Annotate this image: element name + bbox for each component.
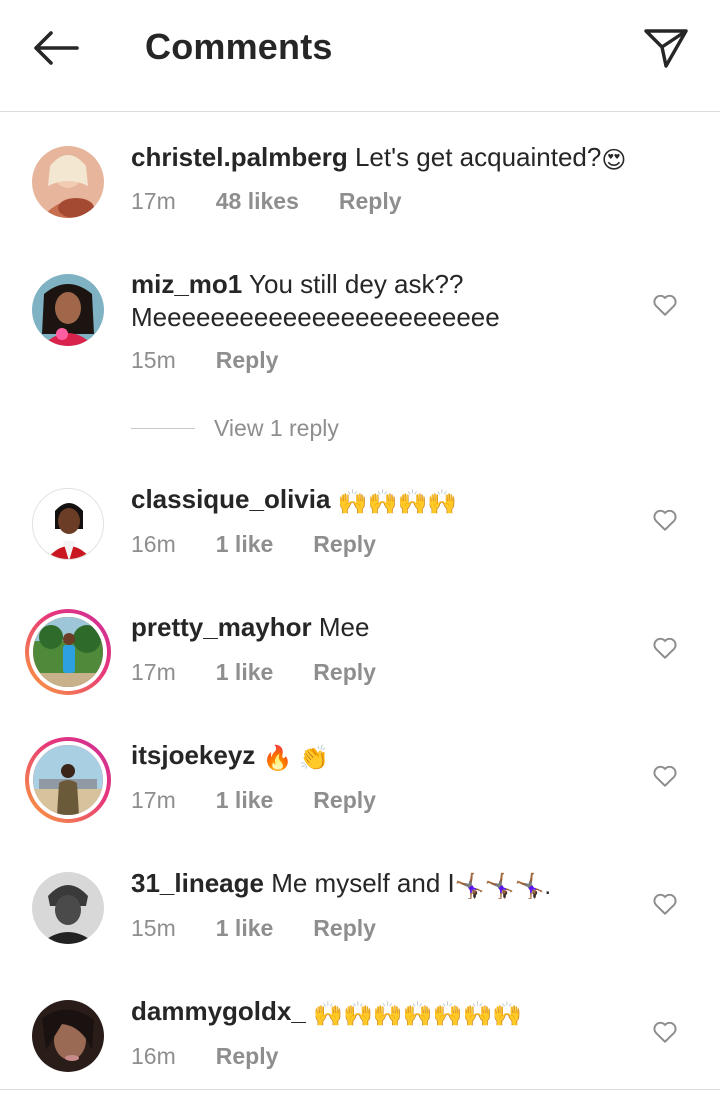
comment-timestamp: 15m [131,347,176,373]
view-replies-label[interactable]: View 1 reply [214,415,339,442]
avatar-story-ring [25,737,111,823]
comment-likes-count[interactable]: 1 like [216,915,274,942]
avatar-button[interactable] [30,272,106,348]
header-bar: Comments [0,0,720,112]
comment-text: christel.palmberg Let's get acquainted?😍 [131,141,640,177]
reply-button[interactable]: Reply [339,188,402,215]
replies-divider [131,428,195,429]
like-heart-icon[interactable] [652,1019,678,1045]
avatar [32,488,104,560]
comment-emoji: 😍 [601,147,627,174]
comment-item: christel.palmberg Let's get acquainted?😍… [0,112,720,240]
back-button[interactable] [28,24,84,72]
comment-username[interactable]: pretty_mayhor [131,612,312,642]
avatar-button[interactable] [30,486,106,562]
comment-timestamp: 17m [131,188,176,214]
reply-button[interactable]: Reply [313,915,376,942]
comment-item: dammygoldx_ 🙌🙌🙌🙌🙌🙌🙌 16m Reply [0,972,720,1089]
like-heart-icon[interactable] [652,891,678,917]
reply-button[interactable]: Reply [313,531,376,558]
like-heart-icon[interactable] [652,763,678,789]
avatar-button[interactable] [30,144,106,220]
reply-button[interactable]: Reply [216,1043,279,1070]
comment-emoji: 🙌🙌🙌🙌 [337,489,458,516]
comment-username[interactable]: itsjoekeyz [131,740,255,770]
comment-timestamp: 16m [131,1043,176,1069]
reply-button[interactable]: Reply [216,347,279,374]
comment-meta: 17m 1 like Reply [131,659,376,686]
comment-likes-count[interactable]: 48 likes [216,188,299,215]
avatar [32,146,104,218]
avatar [32,274,104,346]
avatar [32,872,104,944]
comment-item: 31_lineage Me myself and I🤸🏾‍♀️🤸🏾‍♀️🤸🏾‍♀… [0,844,720,972]
comment-item: pretty_mayhor Mee 17m 1 like Reply [0,588,720,716]
comment-likes-count[interactable]: 1 like [216,787,274,814]
like-heart-icon[interactable] [652,292,678,318]
comment-text: classique_olivia 🙌🙌🙌🙌 [131,483,640,519]
comment-likes-count[interactable]: 1 like [216,531,274,558]
comment-meta: 15m Reply [131,347,278,374]
comment-timestamp: 17m [131,787,176,813]
comment-likes-count[interactable]: 1 like [216,659,274,686]
comment-username[interactable]: classique_olivia [131,484,330,514]
comment-item: itsjoekeyz 🔥 👏 17m 1 like Reply [0,716,720,844]
comment-emoji: 🤸🏾‍♀️🤸🏾‍♀️🤸🏾‍♀️. [454,873,552,900]
comment-message: Let's get acquainted? [354,142,602,172]
share-button[interactable] [640,22,692,74]
avatar-button[interactable] [30,870,106,946]
comment-text: 31_lineage Me myself and I🤸🏾‍♀️🤸🏾‍♀️🤸🏾‍♀… [131,867,640,903]
comment-meta: 17m 48 likes Reply [131,188,402,215]
comment-message: Mee [318,612,370,642]
comment-username[interactable]: christel.palmberg [131,142,348,172]
avatar [32,1000,104,1072]
comment-emoji: 🔥 👏 [262,745,329,772]
comment-emoji: 🙌🙌🙌🙌🙌🙌🙌 [313,1001,523,1028]
comment-timestamp: 16m [131,531,176,557]
comment-username[interactable]: miz_mo1 [131,269,242,299]
comment-username[interactable]: dammygoldx_ [131,996,306,1026]
reply-button[interactable]: Reply [313,787,376,814]
comment-meta: 15m 1 like Reply [131,915,376,942]
comment-message: Me myself and I [271,868,455,898]
page-title: Comments [145,26,333,67]
avatar-story-ring [25,609,111,695]
send-icon [644,29,688,68]
view-replies-toggle[interactable]: View 1 reply [131,415,339,442]
comment-username[interactable]: 31_lineage [131,868,264,898]
comment-text: pretty_mayhor Mee [131,611,640,644]
comment-meta: 16m 1 like Reply [131,531,376,558]
like-heart-icon[interactable] [652,507,678,533]
comment-timestamp: 15m [131,915,176,941]
avatar-button[interactable] [30,998,106,1074]
comment-timestamp: 17m [131,659,176,685]
comment-text: itsjoekeyz 🔥 👏 [131,739,640,775]
comment-meta: 17m 1 like Reply [131,787,376,814]
like-heart-icon[interactable] [652,635,678,661]
reply-button[interactable]: Reply [313,659,376,686]
avatar-button[interactable] [25,737,111,823]
comment-item: classique_olivia 🙌🙌🙌🙌 16m 1 like Reply [0,460,720,588]
comment-text: miz_mo1 You still dey ask?? Meeeeeeeeeee… [131,268,620,334]
back-arrow-icon [34,31,79,65]
comment-item: miz_mo1 You still dey ask?? Meeeeeeeeeee… [0,240,720,390]
comment-meta: 16m Reply [131,1043,278,1070]
comment-text: dammygoldx_ 🙌🙌🙌🙌🙌🙌🙌 [131,995,640,1031]
avatar-button[interactable] [25,609,111,695]
bottom-divider [0,1089,720,1090]
